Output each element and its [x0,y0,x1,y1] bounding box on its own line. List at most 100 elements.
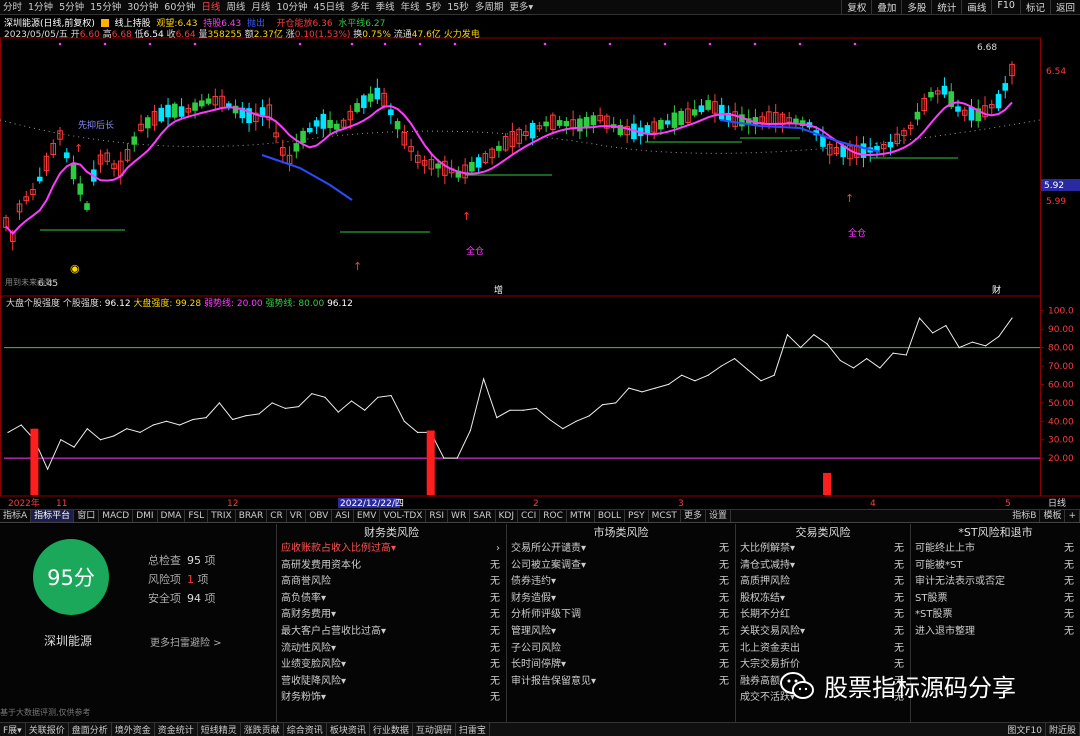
candle-body [874,145,880,151]
strength-point [601,404,604,406]
indicator-tab[interactable]: MTM [567,510,595,522]
indicator-tab[interactable]: CCI [518,510,541,522]
risk-item[interactable]: 长期不分红 无 [736,607,910,624]
indicator-tab[interactable]: WR [448,510,471,522]
indicator-tab[interactable]: KDJ [496,510,518,522]
indicator-tab[interactable]: ASI [332,510,354,522]
risk-item-value: 无 [719,675,729,687]
risk-item[interactable]: 营收陡降风险▾ 无 [277,674,506,691]
indicator-tab[interactable]: 更多 [681,510,706,522]
risk-item[interactable]: 审计报告保留意见▾ 无 [507,674,735,691]
risk-item[interactable]: 关联交易风险▾ 无 [736,624,910,641]
risk-item[interactable]: ST股票 无 [911,591,1080,608]
indicator-tab[interactable]: VR [287,510,307,522]
indicator-tab[interactable]: ROC [540,510,567,522]
indicator-tab[interactable]: PSY [625,510,649,522]
float-value: 47.6亿 [411,30,441,40]
indicator-tab[interactable]: TRIX [208,510,236,522]
risk-item[interactable]: 子公司风险 无 [507,641,735,658]
risk-item[interactable]: 长时间停牌▾ 无 [507,657,735,674]
bottom-right-button[interactable]: 图文F10 [1004,723,1046,736]
indicator-tab[interactable]: 设置 [706,510,731,522]
risk-item[interactable]: 清仓式减持▾ 无 [736,558,910,575]
risk-item[interactable]: 高研发费用资本化 无 [277,558,506,575]
risk-item[interactable]: 高质押风险 无 [736,574,910,591]
risk-item[interactable]: 债券违约▾ 无 [507,574,735,591]
indicator-tab[interactable]: SAR [470,510,496,522]
risk-item[interactable]: 高负债率▾ 无 [277,591,506,608]
risk-item[interactable]: 财务造假▾ 无 [507,591,735,608]
risk-item[interactable]: 财务粉饰▾ 无 [277,690,506,707]
risk-item[interactable]: 进入退市整理 无 [911,624,1080,641]
strength-point [773,374,775,376]
indicator-tab[interactable]: MCST [649,510,681,522]
risk-item-value: 无 [719,609,729,621]
risk-item[interactable]: 管理风险▾ 无 [507,624,735,641]
bottom-tab[interactable]: 关联报价 [26,723,69,736]
strength-point [99,439,102,441]
indicator-right-button[interactable]: 指标B [1009,510,1041,522]
risk-item[interactable]: 最大客户占营收比过高▾ 无 [277,624,506,641]
risk-item-value: 无 [719,642,729,654]
risk-item[interactable]: 业绩变脸风险▾ 无 [277,657,506,674]
risk-item[interactable]: 北上资金卖出 无 [736,641,910,658]
bottom-tab[interactable]: 短线精灵 [198,723,241,736]
risk-score-badge[interactable]: 95分 [33,539,109,615]
risk-item[interactable]: 可能被*ST 无 [911,558,1080,575]
indicator-right-button[interactable]: 模板 [1040,510,1066,522]
indicator-tab[interactable]: CR [267,510,287,522]
risk-item[interactable]: 审计无法表示或否定 无 [911,574,1080,591]
bottom-tab[interactable]: 境外资金 [112,723,155,736]
risk-item-value: 无 [719,559,729,571]
risk-item[interactable]: 可能终止上市 无 [911,541,1080,558]
bottom-tab[interactable]: 行业数据 [370,723,413,736]
strength-point [958,346,960,349]
indicator-group-tab[interactable]: 指标A [0,510,32,522]
indicator-tab[interactable]: EMV [354,510,381,522]
bottom-tab[interactable]: 资金统计 [155,723,198,736]
price-chart[interactable]: 6.545.995.92↑↑↑↑先抑后长全仓全仓6.686.45用到未来函数◉增… [0,0,1080,509]
indicator-right-button[interactable]: + [1065,510,1080,522]
bottom-tab[interactable]: F展▾ [0,723,26,736]
sub-legend-s2: 99.28 [172,299,201,309]
indicator-tab[interactable]: RSI [426,510,449,522]
risk-item[interactable]: 公司被立案调查▾ 无 [507,558,735,575]
risk-item-value: 无 [1064,592,1074,604]
indicator-tab[interactable]: 窗口 [74,510,100,522]
indicator-tab[interactable]: BRAR [236,510,268,522]
risk-item-label: 分析师评级下调 [511,609,581,621]
indicator-tab[interactable]: DMI [133,510,158,522]
more-scan-link[interactable]: 更多扫雷避险 > [150,634,222,649]
strength-point [681,374,683,376]
risk-item[interactable]: 流动性风险▾ 无 [277,641,506,658]
indicator-tab[interactable]: OBV [306,510,333,522]
risk-item-label: 可能被*ST [915,559,963,571]
risk-item[interactable]: 高财务费用▾ 无 [277,607,506,624]
indicator-group-tab[interactable]: 指标平台 [31,510,75,522]
bottom-tab[interactable]: 板块资讯 [327,723,370,736]
bottom-tab[interactable]: 综合资讯 [284,723,327,736]
risk-item[interactable]: 大比例解禁▾ 无 [736,541,910,558]
risk-item-label: 关联交易风险▾ [740,625,806,637]
bottom-right-button[interactable]: 附近股 [1046,723,1080,736]
risk-item[interactable]: 应收账款占收入比例过高▾ › [277,541,506,558]
risk-item[interactable]: 交易所公开谴责▾ 无 [507,541,735,558]
risk-item[interactable]: *ST股票 无 [911,607,1080,624]
sub-legend-s2-label: 大盘强度: [131,297,173,309]
bottom-tab[interactable]: 盘面分析 [69,723,112,736]
risk-item-value: 无 [1064,609,1074,621]
vol-value: 358255 [207,30,242,40]
risk-item[interactable]: 高商誉风险 无 [277,574,506,591]
indicator-tab[interactable]: MACD [99,510,134,522]
bottom-tab[interactable]: 互动调研 [413,723,456,736]
risk-item[interactable]: 分析师评级下调 无 [507,607,735,624]
risk-item[interactable]: 股权冻结▾ 无 [736,591,910,608]
bottom-tab[interactable]: 涨跌贡献 [241,723,284,736]
indicator-tab[interactable]: VOL-TDX [380,510,427,522]
strength-point [113,435,115,437]
strength-point [971,341,973,343]
indicator-tab[interactable]: BOLL [595,510,626,522]
indicator-tab[interactable]: FSL [185,510,209,522]
bottom-tab[interactable]: 扫雷宝 [456,723,490,736]
indicator-tab[interactable]: DMA [158,510,186,522]
